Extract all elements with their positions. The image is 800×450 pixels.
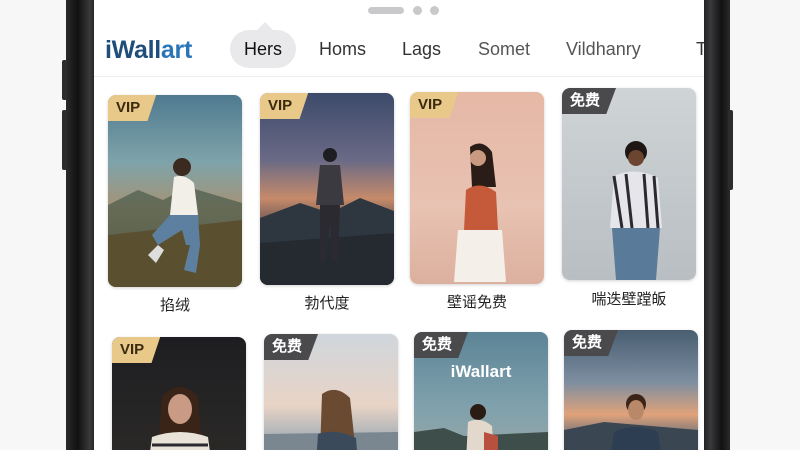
tab-lags[interactable]: Lags [402,30,441,68]
phone-mockup: iWallart Hers Homs Lags Somet Vildhanry … [0,0,800,450]
notch-dot [430,6,439,15]
app-screen: iWallart Hers Homs Lags Somet Vildhanry … [94,0,704,450]
wallpaper-card[interactable]: VIP [260,93,394,285]
wallpaper-image [108,158,242,287]
tab-homs[interactable]: Homs [319,30,366,68]
header-divider [94,76,704,77]
wallpaper-card[interactable]: VIP [108,95,242,287]
notch-pill [368,7,404,14]
wallpaper-card[interactable]: 免费 iWallart [414,332,548,450]
card-caption: 勃代度 [304,295,350,312]
phone-frame-right [702,0,730,450]
watermark-text: iWallart [450,362,512,381]
wallpaper-card[interactable]: 免费 [562,88,696,280]
wallpaper-card[interactable]: 免费 [264,334,398,450]
notch-dot [413,6,422,15]
wallpaper-card[interactable]: VIP [410,92,544,284]
volume-button [62,110,67,170]
app-logo[interactable]: iWallart [105,36,192,65]
tab-hers[interactable]: Hers [230,30,297,68]
power-button [728,110,733,190]
wallpaper-image [260,148,394,285]
card-caption: 喘迭壁蹚皈 [591,291,667,308]
card-caption: 壁谣免费 [446,294,507,311]
wallpaper-card[interactable]: 免费 [564,330,698,450]
tab-vildhanry[interactable]: Vildhanry [566,30,641,68]
tab-somet[interactable]: Somet [478,30,530,68]
volume-button [62,60,67,100]
phone-frame-left [66,0,96,450]
active-tab-indicator [257,22,273,30]
wallpaper-image [610,141,662,280]
wallpaper-card[interactable]: VIP [112,337,246,450]
card-caption: 掐绒 [159,297,190,314]
tab-more[interactable]: T [696,30,704,68]
wallpaper-image [454,143,506,282]
